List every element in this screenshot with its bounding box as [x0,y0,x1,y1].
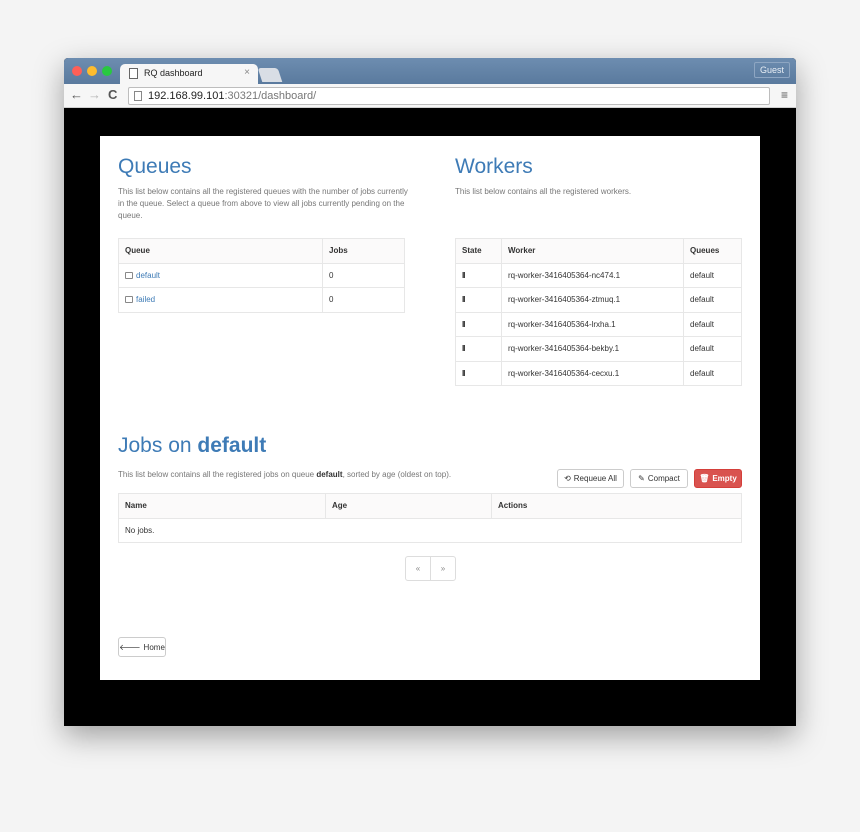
table-row: II rq-worker-3416405364-ztmuq.1 default [455,287,742,313]
queue-column-header: Queue [118,238,323,264]
dashboard-page: Queues This list below contains all the … [100,136,760,680]
pause-icon: II [462,344,466,354]
arrow-left-icon: 🡐 [119,643,141,652]
worker-queues: default [683,287,742,313]
no-jobs-text: No jobs. [118,517,742,543]
pause-icon: II [462,368,466,378]
actions-column-header: Actions [491,493,742,519]
address-bar[interactable]: 192.168.99.101:30321/dashboard/ [128,87,770,105]
worker-name: rq-worker-3416405364-bekby.1 [501,336,684,362]
jobs-column-header: Jobs [322,238,405,264]
name-column-header: Name [118,493,326,519]
table-row: No jobs. [118,517,742,543]
tab-title: RQ dashboard [144,68,203,78]
tab-close-icon[interactable]: × [244,67,250,78]
home-button[interactable]: 🡐 Home [118,637,166,657]
queue-link-default[interactable]: default [136,271,160,280]
pause-icon: II [462,270,466,280]
table-row[interactable]: failed 0 [118,287,405,313]
url-text: 192.168.99.101:30321/dashboard/ [148,90,317,102]
browser-tab[interactable]: RQ dashboard × [120,64,258,84]
compact-button[interactable]: ✎ Compact [630,469,688,488]
queues-table: Queue Jobs default 0 failed 0 [118,238,405,313]
worker-queues: default [683,262,742,288]
inbox-icon [125,296,133,304]
worker-queues: default [683,360,742,386]
guest-profile-button[interactable]: Guest [753,62,790,78]
trash-icon: 🗑 [699,474,710,483]
pause-icon: II [462,295,466,305]
requeue-icon: ⟲ [564,474,571,483]
workers-description: This list below contains all the registe… [455,187,632,196]
worker-queues: default [683,336,742,362]
queue-jobs-count: 0 [322,287,405,313]
reload-icon[interactable]: C [108,88,117,102]
queues-description: This list below contains all the registe… [118,187,408,220]
wand-icon: ✎ [638,474,645,483]
forward-icon[interactable]: → [88,88,101,102]
table-row: II rq-worker-3416405364-cecxu.1 default [455,360,742,386]
workers-table: State Worker Queues II rq-worker-3416405… [455,238,742,386]
back-icon[interactable]: ← [70,88,83,102]
table-row: II rq-worker-3416405364-bekby.1 default [455,336,742,362]
queues-title: Queues [118,155,192,178]
empty-button[interactable]: 🗑 Empty [694,469,742,488]
queues-column-header: Queues [683,238,742,264]
document-icon [129,68,138,79]
worker-name: rq-worker-3416405364-lrxha.1 [501,311,684,337]
workers-title: Workers [455,155,533,178]
worker-column-header: Worker [501,238,684,264]
table-row[interactable]: default 0 [118,262,405,288]
pager-next-button[interactable]: » [430,557,455,580]
jobs-title: Jobs on default [118,434,267,457]
pause-icon: II [462,319,466,329]
worker-name: rq-worker-3416405364-ztmuq.1 [501,287,684,313]
table-row: II rq-worker-3416405364-nc474.1 default [455,262,742,288]
worker-name: rq-worker-3416405364-cecxu.1 [501,360,684,386]
table-row: II rq-worker-3416405364-lrxha.1 default [455,311,742,337]
new-tab-button[interactable] [257,68,283,82]
worker-name: rq-worker-3416405364-nc474.1 [501,262,684,288]
maximize-window-button[interactable] [102,66,112,76]
page-icon [134,91,142,101]
title-bar: RQ dashboard × Guest [64,58,796,84]
browser-window: RQ dashboard × Guest ← → C 192.168.99.10… [64,58,796,726]
minimize-window-button[interactable] [87,66,97,76]
jobs-table: Name Age Actions No jobs. [118,493,742,543]
state-column-header: State [455,238,502,264]
jobs-description: This list below contains all the registe… [118,470,452,479]
queue-jobs-count: 0 [322,262,405,288]
close-window-button[interactable] [72,66,82,76]
age-column-header: Age [325,493,492,519]
browser-toolbar: ← → C 192.168.99.101:30321/dashboard/ ≡ [64,84,796,108]
inbox-icon [125,271,133,279]
pagination: « » [405,556,456,581]
requeue-all-button[interactable]: ⟲ Requeue All [557,469,624,488]
queue-link-failed[interactable]: failed [136,295,155,304]
worker-queues: default [683,311,742,337]
pager-prev-button[interactable]: « [406,557,430,580]
menu-icon[interactable]: ≡ [781,88,788,102]
